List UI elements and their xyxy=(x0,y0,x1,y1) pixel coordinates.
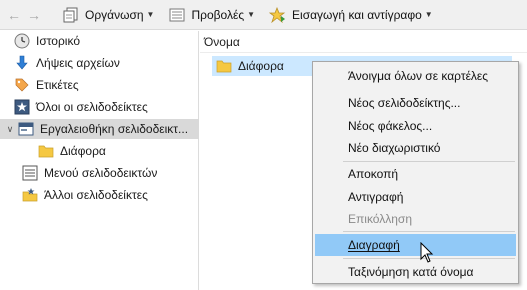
list-item-name: Διάφορα xyxy=(238,59,284,73)
list-view-icon xyxy=(168,7,186,23)
menu-item-delete[interactable]: Διαγραφή xyxy=(315,234,516,256)
tag-icon xyxy=(14,77,30,93)
sidebar-item-bookmarks-toolbar[interactable]: ∨ Εργαλειοθήκη σελιδοδεικτ... xyxy=(0,119,199,139)
menu-item-paste: Επικόλληση xyxy=(315,208,516,230)
arrow-left-icon: ← xyxy=(7,6,21,23)
sidebar-item-tags[interactable]: Ετικέτες xyxy=(14,75,79,95)
folder-icon xyxy=(216,59,232,73)
views-label: Προβολές xyxy=(191,7,245,22)
forward-button[interactable]: → xyxy=(24,5,44,25)
sidebar-item-downloads[interactable]: Λήψεις αρχείων xyxy=(14,53,120,73)
caret-down-icon: ▼ xyxy=(247,10,256,19)
menu-item-label: Άνοιγμα όλων σε καρτέλες xyxy=(348,69,489,83)
import-label: Εισαγωγή και αντίγραφο xyxy=(292,7,422,22)
menu-separator xyxy=(343,231,515,232)
star-icon xyxy=(14,99,30,115)
download-arrow-icon xyxy=(14,55,30,71)
menu-item-copy[interactable]: Αντιγραφή xyxy=(315,186,516,208)
sidebar-item-label: Διάφορα xyxy=(60,144,106,158)
menu-item-label: Διαγραφή xyxy=(348,238,400,252)
menu-item-new-separator[interactable]: Νέο διαχωριστικό xyxy=(315,137,516,159)
sidebar-item-label: Ιστορικό xyxy=(36,34,81,48)
library-sidebar: Ιστορικό Λήψεις αρχείων Ετικέτες Όλοι οι… xyxy=(0,31,199,290)
caret-down-icon: ▼ xyxy=(146,10,155,19)
views-menu-button[interactable]: Προβολές ▼ xyxy=(164,4,259,26)
other-bookmarks-icon xyxy=(22,187,38,203)
name-column-header[interactable]: Όνομα xyxy=(200,31,527,53)
sidebar-item-misc-folder[interactable]: Διάφορα xyxy=(38,141,106,161)
organize-label: Οργάνωση xyxy=(85,7,144,22)
sidebar-item-label: Μενού σελιδοδεικτών xyxy=(44,166,158,180)
caret-down-icon: ▼ xyxy=(424,10,433,19)
organize-menu-button[interactable]: Οργάνωση ▼ xyxy=(58,4,158,26)
menu-item-label: Αποκοπή xyxy=(348,167,399,181)
menu-item-label: Νέο διαχωριστικό xyxy=(348,141,441,155)
sidebar-item-label: Λήψεις αρχείων xyxy=(36,56,120,70)
menu-item-label: Αντιγραφή xyxy=(348,190,404,204)
menu-item-label: Νέος σελιδοδείκτης... xyxy=(348,96,461,110)
sidebar-item-other-bookmarks[interactable]: Άλλοι σελιδοδείκτες xyxy=(22,185,148,205)
sidebar-item-bookmarks-menu[interactable]: Μενού σελιδοδεικτών xyxy=(22,163,157,183)
menu-item-label: Επικόλληση xyxy=(348,212,413,226)
sidebar-item-all-bookmarks[interactable]: Όλοι οι σελιδοδείκτες xyxy=(14,97,148,117)
organize-icon xyxy=(62,7,80,23)
menu-item-cut[interactable]: Αποκοπή xyxy=(315,163,516,185)
import-backup-menu-button[interactable]: Εισαγωγή και αντίγραφο ▼ xyxy=(265,4,437,26)
sidebar-item-label: Ετικέτες xyxy=(36,78,79,92)
sidebar-item-history[interactable]: Ιστορικό xyxy=(14,31,80,51)
menu-item-new-folder[interactable]: Νέος φάκελος... xyxy=(315,115,516,137)
menu-item-new-bookmark[interactable]: Νέος σελιδοδείκτης... xyxy=(315,92,516,114)
context-menu: Άνοιγμα όλων σε καρτέλες Νέος σελιδοδείκ… xyxy=(312,61,519,284)
folder-icon xyxy=(38,143,54,159)
sidebar-item-label: Εργαλειοθήκη σελιδοδεικτ... xyxy=(40,122,189,136)
sidebar-item-label: Άλλοι σελιδοδείκτες xyxy=(44,188,148,202)
column-header-label: Όνομα xyxy=(204,34,240,49)
expanded-chevron-icon[interactable]: ∨ xyxy=(4,121,16,137)
sidebar-item-label: Όλοι οι σελιδοδείκτες xyxy=(36,100,148,114)
arrow-right-icon: → xyxy=(27,6,41,23)
toolbar-icon xyxy=(18,121,34,137)
back-button[interactable]: ← xyxy=(4,5,24,25)
import-star-icon xyxy=(269,6,287,23)
menu-item-label: Ταξινόμηση κατά όνομα xyxy=(348,265,474,279)
menu-item-open-all-in-tabs[interactable]: Άνοιγμα όλων σε καρτέλες xyxy=(315,65,516,87)
library-toolbar: ← → Οργάνωση ▼ Προβολές ▼ Εισαγωγή και α… xyxy=(0,0,527,30)
menu-item-label: Νέος φάκελος... xyxy=(348,119,433,133)
bookmarks-menu-icon xyxy=(22,165,38,181)
menu-separator xyxy=(343,161,515,162)
mouse-cursor-icon xyxy=(420,241,434,267)
menu-item-sort-by-name[interactable]: Ταξινόμηση κατά όνομα xyxy=(315,261,516,283)
clock-icon xyxy=(14,33,30,49)
